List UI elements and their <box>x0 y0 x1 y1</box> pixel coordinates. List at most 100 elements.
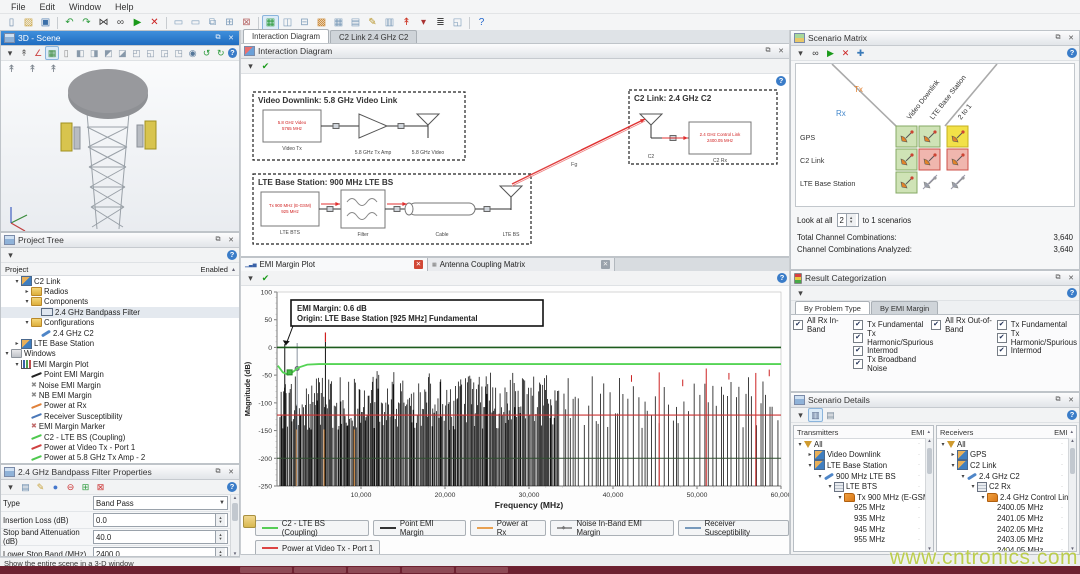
antenna-marker-2-icon[interactable]: ↟ <box>24 62 41 78</box>
expander-open-icon[interactable]: ▾ <box>959 473 967 480</box>
legend-receiver-susceptibility[interactable]: Receiver Susceptibility <box>678 520 789 536</box>
table-window-icon[interactable]: ▥ <box>381 15 398 31</box>
tree-item-gps[interactable]: ▸GPS· <box>937 450 1069 461</box>
save-file-icon[interactable]: ▣ <box>37 15 54 31</box>
tile-windows-icon[interactable]: ⊞ <box>221 15 238 31</box>
expander-open-icon[interactable]: ▾ <box>13 278 21 285</box>
tree-item-nb-emi-margin[interactable]: ✖NB EMI Margin <box>1 390 239 400</box>
float-icon[interactable]: ⧉ <box>213 34 223 42</box>
tree-item-tx-900-mhz-e-gsm-[interactable]: ▾Tx 900 MHz (E-GSM)· <box>794 492 926 503</box>
edit-pencil-icon[interactable]: ✎ <box>364 15 381 31</box>
antenna-marker-1-icon[interactable]: ↟ <box>3 62 20 78</box>
edit-pencil-icon[interactable]: ✎ <box>33 480 48 494</box>
tree-item-noise-emi-margin[interactable]: ✖Noise EMI Margin <box>1 380 239 390</box>
help-icon[interactable]: ? <box>1067 288 1077 298</box>
validation-check-icon[interactable]: ✔ <box>258 59 273 73</box>
panel-menu-icon[interactable]: ▾ <box>243 59 258 73</box>
tree-item-945-mhz[interactable]: 945 MHz· <box>794 524 926 535</box>
tree-item-emi-margin-marker[interactable]: ✖EMI Margin Marker <box>1 421 239 431</box>
redo-icon[interactable]: ↷ <box>78 15 95 31</box>
panel-menu-icon[interactable]: ▾ <box>3 46 17 60</box>
expander-open-icon[interactable]: ▾ <box>23 298 31 305</box>
expander-closed-icon[interactable]: ▸ <box>13 340 21 347</box>
tree-item-2400-05-mhz[interactable]: 2400.05 MHz· <box>937 503 1069 514</box>
tree-item-2-4-ghz-c2[interactable]: ▾2.4 GHz C2· <box>937 471 1069 482</box>
move-tool-icon[interactable]: ✚ <box>853 46 868 60</box>
close-icon[interactable]: ✕ <box>226 236 236 244</box>
expander-open-icon[interactable]: ▾ <box>816 473 824 480</box>
property-spinbox[interactable]: 40.0▲▼ <box>93 530 228 544</box>
panel-menu-icon[interactable]: ▾ <box>243 271 258 285</box>
matrix-cell-lte-base-station-video-downlink[interactable] <box>896 172 917 193</box>
tree-item-all[interactable]: ▾All· <box>794 439 926 450</box>
undo-icon[interactable]: ↶ <box>61 15 78 31</box>
preview-sheet-icon[interactable]: ▤ <box>18 480 33 494</box>
tree-item-power-at-video-tx-port-1[interactable]: Power at Video Tx - Port 1 <box>1 442 239 452</box>
close-icon[interactable]: ✕ <box>226 468 236 476</box>
cascade-windows-icon[interactable]: ⧉ <box>204 15 221 31</box>
help-icon[interactable]: ? <box>227 250 237 260</box>
tree-item-c2-lte-bs-coupling-[interactable]: C2 - LTE BS (Coupling) <box>1 432 239 442</box>
matrix-cell-c2-link-lte-base-station[interactable] <box>919 149 940 170</box>
legend-power-at-rx[interactable]: Power at Rx <box>470 520 546 536</box>
binoculars-icon[interactable]: ∞ <box>808 46 823 60</box>
tab-close-icon[interactable]: ✕ <box>601 260 610 269</box>
tree-item-configurations[interactable]: ▾Configurations <box>1 318 239 328</box>
expander-open-icon[interactable]: ▾ <box>969 483 977 490</box>
legend-noise-in-band-emi-margin[interactable]: ◆Noise In-Band EMI Margin <box>550 520 674 536</box>
rotate-left-icon[interactable]: ↺ <box>200 46 214 60</box>
property-select[interactable]: Band Pass▼ <box>93 496 228 510</box>
scene-3d-viewport[interactable]: ↟↟↟ <box>1 61 239 231</box>
properties-scrollbar[interactable]: ▲▼ <box>230 495 239 556</box>
validation-check-icon[interactable]: ✔ <box>258 271 273 285</box>
float-icon[interactable]: ⧉ <box>763 47 773 55</box>
view-iso-icon[interactable]: ◲ <box>158 46 172 60</box>
receivers-header[interactable]: Receivers <box>940 428 973 437</box>
tree-item-radios[interactable]: ▸Radios <box>1 286 239 296</box>
run-icon[interactable]: ▶ <box>129 15 146 31</box>
close-icon[interactable]: ✕ <box>1066 34 1076 42</box>
float-icon[interactable]: ⧉ <box>1053 34 1063 42</box>
tree-item-2-4-ghz-control-link[interactable]: ▾2.4 GHz Control Link· <box>937 492 1069 503</box>
plot-window-icon[interactable]: ▤ <box>347 15 364 31</box>
float-icon[interactable]: ⧉ <box>213 236 223 244</box>
property-spinbox[interactable]: 0.0▲▼ <box>93 513 228 527</box>
cancel-analysis-icon[interactable]: ✕ <box>838 46 853 60</box>
help-icon[interactable]: ? <box>228 48 237 58</box>
transmitters-scrollbar[interactable]: ▲▼ <box>925 438 933 551</box>
view-front-icon[interactable]: ◧ <box>73 46 87 60</box>
tree-item-windows[interactable]: ▾Windows <box>1 349 239 359</box>
calc-tool-icon[interactable]: ≣ <box>432 15 449 31</box>
cat-tab-by-problem-type[interactable]: By Problem Type <box>795 301 870 314</box>
checkbox-all-rx-in-band[interactable]: ✔All Rx In-Band <box>793 318 853 331</box>
checkbox-tx-broadband-noise[interactable]: ✔Tx Broadband Noise <box>853 357 931 370</box>
matrix-cell-gps-lte-base-station[interactable] <box>919 126 940 147</box>
checkbox-tx-harmonic-spurious[interactable]: ✔Tx Harmonic/Spurious <box>853 331 931 344</box>
help-icon[interactable]: ? <box>473 15 490 31</box>
emi-column-header[interactable]: EMI <box>911 428 924 437</box>
interaction-canvas[interactable]: Video Downlink: 5.8 GHz Video Link5.8 GH… <box>241 74 789 257</box>
transmitters-header[interactable]: Transmitters <box>797 428 838 437</box>
expander-open-icon[interactable]: ▾ <box>939 441 947 448</box>
ruler-toggle-icon[interactable]: ▯ <box>59 46 73 60</box>
expander-open-icon[interactable]: ▾ <box>979 494 987 501</box>
column-enabled[interactable]: Enabled <box>200 265 228 274</box>
view-top-icon[interactable]: ◰ <box>129 46 143 60</box>
matrix-cell-gps-2-to-1[interactable] <box>947 126 968 147</box>
tree-item-2-4-ghz-bandpass-filter[interactable]: 2.4 GHz Bandpass Filter <box>1 307 239 317</box>
window-alt-icon[interactable]: ▭ <box>187 15 204 31</box>
pin-icon[interactable]: ● <box>48 480 63 494</box>
expander-open-icon[interactable]: ▾ <box>836 494 844 501</box>
view-list-icon[interactable]: ▤ <box>823 408 838 422</box>
panel-menu-icon[interactable]: ▾ <box>793 286 808 300</box>
view-left-icon[interactable]: ◩ <box>101 46 115 60</box>
scenario-depth-spinner[interactable]: 2 ▲▼ <box>837 213 859 227</box>
tree-item-2403-05-mhz[interactable]: 2403.05 MHz· <box>937 534 1069 545</box>
view-iso-alt-icon[interactable]: ◳ <box>172 46 186 60</box>
tree-item-lte-bts[interactable]: ▾LTE BTS· <box>794 481 926 492</box>
menu-edit[interactable]: Edit <box>33 2 63 12</box>
menu-help[interactable]: Help <box>108 2 141 12</box>
expander-open-icon[interactable]: ▾ <box>13 361 21 368</box>
tree-item-2402-05-mhz[interactable]: 2402.05 MHz· <box>937 524 1069 535</box>
emi-margin-chart[interactable]: 100500-50-100-150-200-25010,00020,00030,… <box>241 286 789 518</box>
